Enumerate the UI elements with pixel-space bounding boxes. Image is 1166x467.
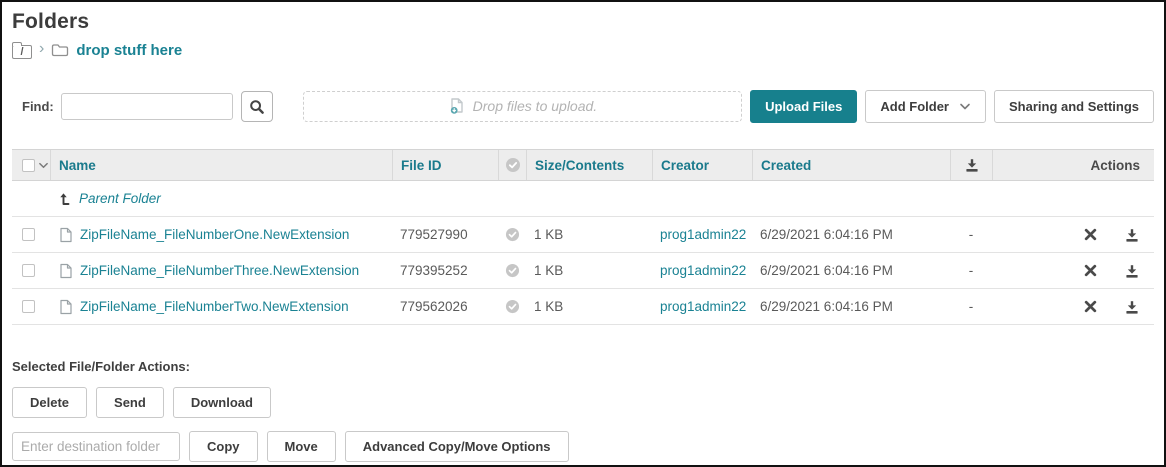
created-cell: 6/29/2021 6:04:16 PM bbox=[760, 227, 893, 242]
empty-cell bbox=[12, 181, 50, 216]
file-name-link[interactable]: ZipFileName_FileNumberTwo.NewExtension bbox=[80, 299, 349, 314]
breadcrumb-separator-icon: › bbox=[39, 40, 45, 57]
download-icon bbox=[964, 157, 980, 173]
folders-page: Folders / › drop stuff here Find: Drop f… bbox=[0, 0, 1166, 467]
search-button[interactable] bbox=[240, 90, 273, 122]
header-creator[interactable]: Creator bbox=[652, 150, 752, 180]
page-title: Folders bbox=[12, 10, 90, 33]
size-cell: 1 KB bbox=[534, 263, 564, 278]
download-status-cell: - bbox=[968, 299, 974, 314]
download-button[interactable]: Download bbox=[172, 387, 271, 418]
file-icon bbox=[58, 299, 73, 315]
check-circle-icon bbox=[504, 157, 521, 173]
breadcrumb-current-folder[interactable]: drop stuff here bbox=[76, 42, 182, 59]
files-table: Name File ID Size/Contents Creator Creat… bbox=[12, 149, 1154, 325]
created-cell: 6/29/2021 6:04:16 PM bbox=[760, 263, 893, 278]
header-download bbox=[950, 150, 992, 180]
creator-link[interactable]: prog1admin22 bbox=[660, 299, 746, 314]
header-scan-status bbox=[498, 150, 526, 180]
check-circle-icon bbox=[504, 227, 520, 242]
download-icon[interactable] bbox=[1124, 299, 1140, 315]
header-size[interactable]: Size/Contents bbox=[526, 150, 652, 180]
table-header-row: Name File ID Size/Contents Creator Creat… bbox=[12, 149, 1154, 181]
row-checkbox[interactable] bbox=[22, 300, 35, 313]
breadcrumb: / › drop stuff here bbox=[12, 41, 1164, 59]
chevron-down-icon bbox=[959, 101, 971, 111]
search-icon bbox=[249, 99, 265, 114]
created-cell: 6/29/2021 6:04:16 PM bbox=[760, 299, 893, 314]
selected-actions-label: Selected File/Folder Actions: bbox=[12, 359, 190, 374]
file-name-link[interactable]: ZipFileName_FileNumberOne.NewExtension bbox=[80, 227, 349, 242]
download-status-cell: - bbox=[968, 263, 974, 278]
check-circle-icon bbox=[504, 263, 520, 278]
table-row: ZipFileName_FileNumberTwo.NewExtension 7… bbox=[12, 289, 1154, 325]
delete-x-icon[interactable] bbox=[1083, 299, 1098, 314]
delete-x-icon[interactable] bbox=[1083, 227, 1098, 242]
copy-button[interactable]: Copy bbox=[189, 431, 258, 462]
check-circle-icon bbox=[504, 299, 520, 314]
select-all-cell bbox=[12, 150, 50, 180]
selected-actions-panel: Selected File/Folder Actions: Delete Sen… bbox=[12, 359, 1164, 462]
download-icon[interactable] bbox=[1124, 227, 1140, 243]
folder-icon bbox=[51, 42, 69, 58]
file-id-cell: 779562026 bbox=[400, 299, 468, 314]
find-label: Find: bbox=[22, 98, 54, 114]
row-checkbox[interactable] bbox=[22, 264, 35, 277]
upload-files-button[interactable]: Upload Files bbox=[750, 89, 858, 123]
send-button[interactable]: Send bbox=[96, 387, 164, 418]
creator-link[interactable]: prog1admin22 bbox=[660, 263, 746, 278]
parent-folder-link[interactable]: Parent Folder bbox=[79, 191, 161, 206]
header-actions: Actions bbox=[992, 150, 1154, 180]
dropzone[interactable]: Drop files to upload. bbox=[302, 90, 743, 122]
file-id-cell: 779527990 bbox=[400, 227, 468, 242]
drop-file-icon bbox=[448, 97, 466, 115]
move-button[interactable]: Move bbox=[266, 431, 336, 462]
parent-folder-row: Parent Folder bbox=[12, 181, 1154, 217]
add-folder-label: Add Folder bbox=[880, 98, 949, 114]
table-row: ZipFileName_FileNumberOne.NewExtension 7… bbox=[12, 217, 1154, 253]
header-created[interactable]: Created bbox=[752, 150, 950, 180]
advanced-copy-move-button[interactable]: Advanced Copy/Move Options bbox=[344, 431, 569, 462]
row-checkbox[interactable] bbox=[22, 228, 35, 241]
select-menu-chevron-icon[interactable] bbox=[38, 160, 49, 170]
download-icon[interactable] bbox=[1124, 263, 1140, 279]
select-all-checkbox[interactable] bbox=[22, 158, 35, 172]
creator-link[interactable]: prog1admin22 bbox=[660, 227, 746, 242]
find-input[interactable] bbox=[60, 92, 233, 120]
table-row: ZipFileName_FileNumberThree.NewExtension… bbox=[12, 253, 1154, 289]
destination-folder-input[interactable] bbox=[12, 432, 180, 461]
file-icon bbox=[58, 263, 73, 279]
toolbar: Find: Drop files to upload. Upload Files… bbox=[22, 89, 1154, 123]
delete-button[interactable]: Delete bbox=[12, 387, 88, 418]
size-cell: 1 KB bbox=[534, 227, 564, 242]
header-file-id[interactable]: File ID bbox=[392, 150, 498, 180]
up-arrow-icon bbox=[58, 191, 71, 206]
file-name-link[interactable]: ZipFileName_FileNumberThree.NewExtension bbox=[80, 263, 359, 278]
parent-folder-cell: Parent Folder bbox=[50, 181, 392, 216]
file-icon bbox=[58, 227, 73, 243]
dropzone-text: Drop files to upload. bbox=[472, 98, 598, 114]
file-id-cell: 779395252 bbox=[400, 263, 468, 278]
sharing-settings-button[interactable]: Sharing and Settings bbox=[993, 89, 1154, 123]
download-status-cell: - bbox=[968, 227, 974, 242]
header-name[interactable]: Name bbox=[50, 150, 392, 180]
size-cell: 1 KB bbox=[534, 299, 564, 314]
root-folder-icon[interactable]: / bbox=[12, 41, 32, 59]
delete-x-icon[interactable] bbox=[1083, 263, 1098, 278]
add-folder-button[interactable]: Add Folder bbox=[865, 89, 986, 123]
